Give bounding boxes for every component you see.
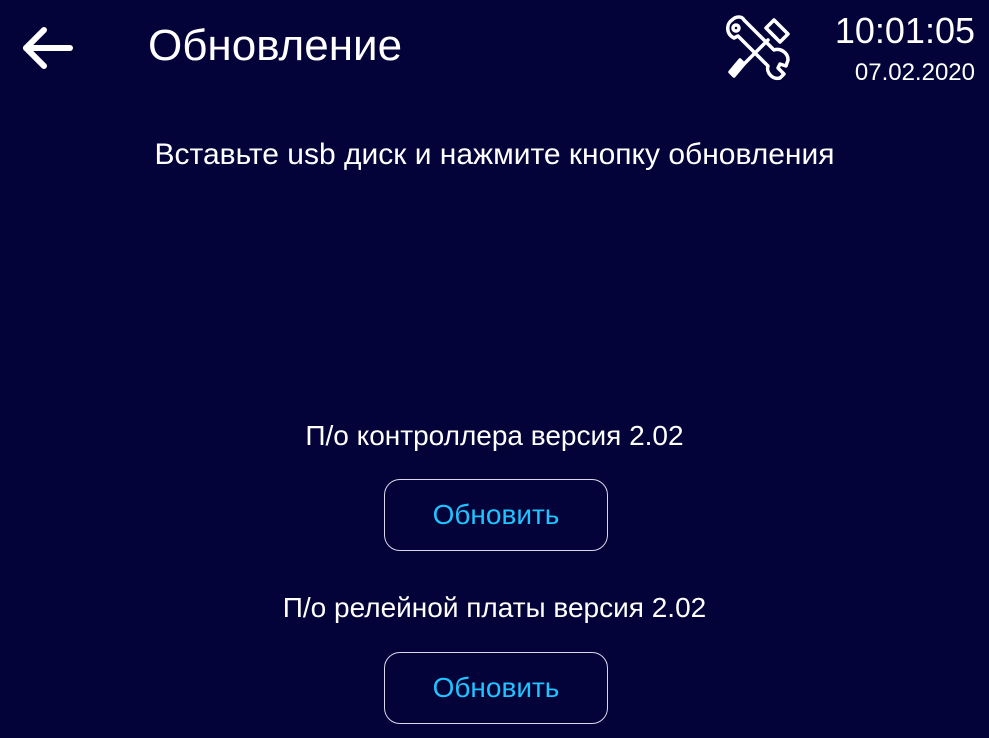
page-title: Обновление xyxy=(148,21,403,70)
clock-date: 07.02.2020 xyxy=(854,59,975,86)
tools-icon xyxy=(726,15,790,81)
update-relay-board-button-label: Обновить xyxy=(432,672,560,703)
clock: 10:01:05 07.02.2020 xyxy=(815,10,975,88)
controller-version-label: П/о контроллера версия 2.02 xyxy=(305,420,684,451)
back-button[interactable] xyxy=(18,24,74,72)
instruction-text: Вставьте usb диск и нажмите кнопку обнов… xyxy=(154,138,835,171)
update-relay-board-button[interactable]: Обновить xyxy=(384,652,608,724)
update-controller-button[interactable]: Обновить xyxy=(384,479,608,551)
arrow-left-icon xyxy=(23,27,73,69)
tools-button[interactable] xyxy=(722,14,796,84)
update-controller-button-label: Обновить xyxy=(432,499,560,530)
relay-board-version-label: П/о релейной платы версия 2.02 xyxy=(282,592,707,623)
clock-time: 10:01:05 xyxy=(834,10,975,51)
